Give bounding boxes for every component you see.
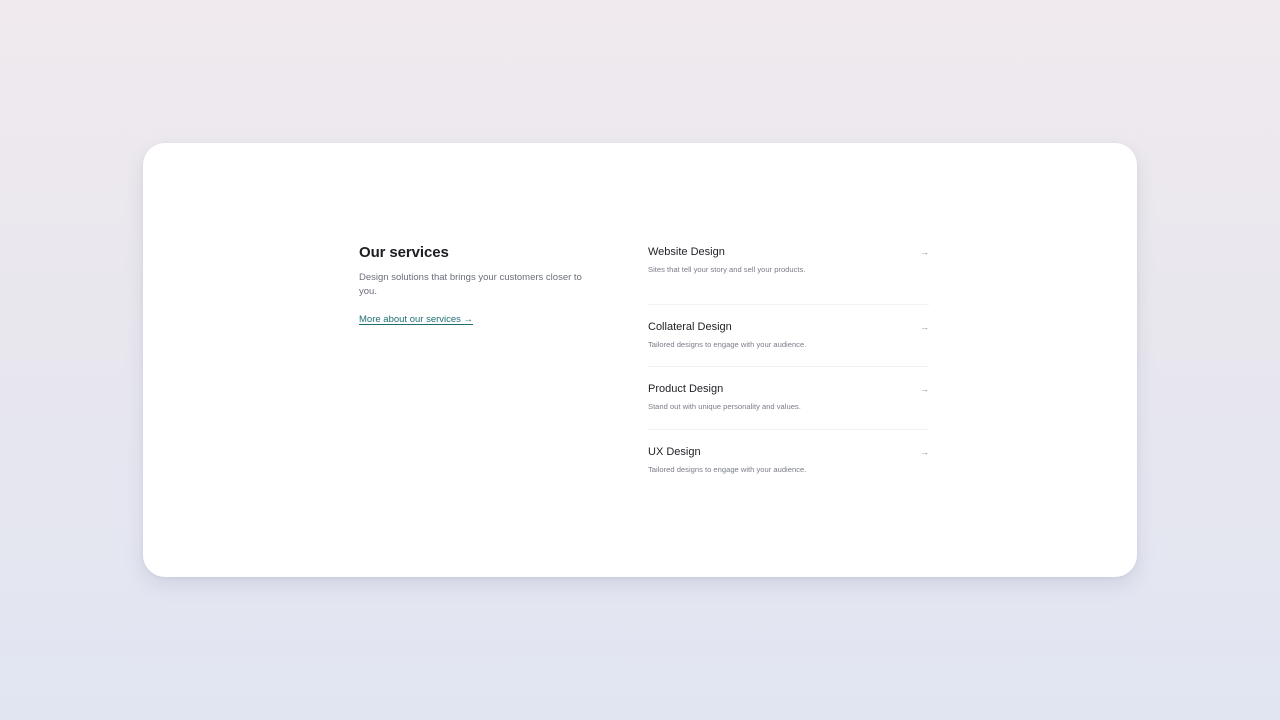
service-title: Product Design bbox=[648, 383, 724, 395]
service-title: Website Design bbox=[648, 246, 725, 258]
service-description: Stand out with unique personality and va… bbox=[648, 402, 801, 411]
service-item-website-design[interactable]: Website Design Sites that tell your stor… bbox=[648, 245, 929, 305]
service-title: UX Design bbox=[648, 446, 701, 458]
more-services-link[interactable]: More about our services → bbox=[359, 313, 473, 327]
service-item-ux-design[interactable]: UX Design Tailored designs to engage wit… bbox=[648, 430, 929, 480]
services-card: Our services Design solutions that bring… bbox=[143, 143, 1137, 577]
arrow-right-icon[interactable]: → bbox=[920, 245, 929, 259]
service-description: Tailored designs to engage with your aud… bbox=[648, 465, 807, 474]
page-title: Our services bbox=[359, 244, 449, 261]
services-description: Design solutions that brings your custom… bbox=[359, 272, 582, 297]
service-description: Sites that tell your story and sell your… bbox=[648, 265, 806, 274]
arrow-right-icon[interactable]: → bbox=[920, 445, 929, 459]
service-item-product-design[interactable]: Product Design Stand out with unique per… bbox=[648, 367, 929, 430]
services-list: Website Design Sites that tell your stor… bbox=[648, 245, 929, 480]
services-intro: Our services Design solutions that bring… bbox=[359, 243, 599, 327]
arrow-right-icon[interactable]: → bbox=[920, 382, 929, 396]
arrow-right-icon[interactable]: → bbox=[920, 320, 929, 334]
service-description: Tailored designs to engage with your aud… bbox=[648, 340, 807, 349]
service-item-collateral-design[interactable]: Collateral Design Tailored designs to en… bbox=[648, 305, 929, 367]
service-title: Collateral Design bbox=[648, 321, 732, 333]
